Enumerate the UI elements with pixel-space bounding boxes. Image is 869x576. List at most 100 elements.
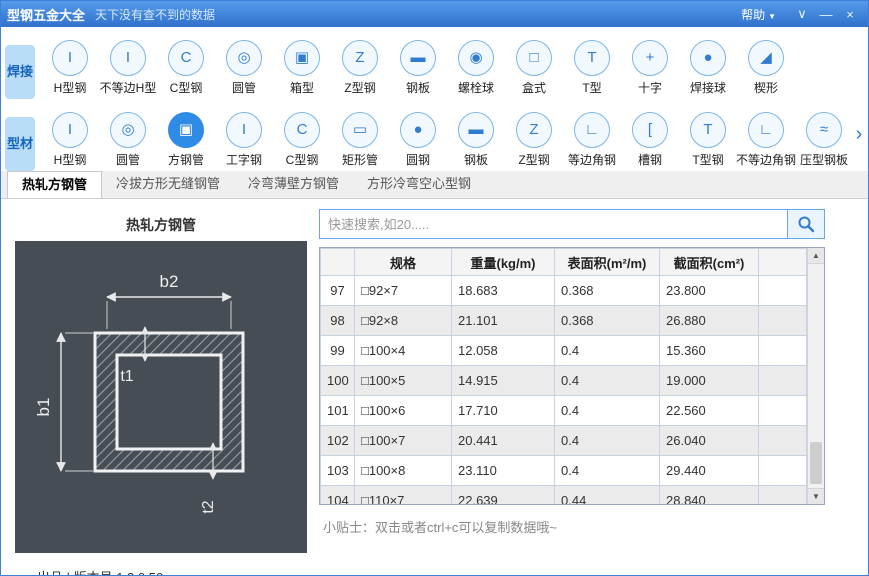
t-section-icon: T [574, 40, 610, 76]
toolbar-item[interactable]: C C型钢 [157, 40, 215, 99]
data-table-container: 规格 重量(kg/m) 表面积(m²/m) 截面积(cm²) 97 □92×7 18.68… [319, 247, 825, 505]
toolbar-item[interactable]: Z Z型钢 [331, 40, 389, 99]
table-cell: 0.368 [554, 275, 660, 306]
toolbar-item-label: 不等边H型 [99, 81, 157, 95]
toolbar-item-label: 等边角钢 [567, 153, 616, 167]
side-tab-profile-label: 型材 [6, 135, 33, 151]
scroll-up-button[interactable]: ▲ [808, 248, 824, 264]
table-cell: 23.110 [451, 455, 555, 486]
table-row[interactable]: 97 □92×7 18.683 0.368 23.800 [320, 275, 807, 306]
toolbar-item[interactable]: □ 盒式 [505, 40, 563, 99]
toolbar-item-label: 十字 [637, 81, 662, 95]
table-row[interactable]: 100 □100×5 14.915 0.4 19.000 [320, 365, 807, 396]
toolbar-item-label: T型钢 [692, 153, 724, 167]
table-cell: 12.058 [451, 335, 555, 366]
row-number-cell: 104 [320, 485, 355, 504]
toolbar-more-button[interactable]: › [852, 119, 866, 149]
bolt-ball-icon: ◉ [458, 40, 494, 76]
toolbar-item[interactable]: ▬ 钢板 [389, 40, 447, 99]
app-subtitle: 天下没有查不到的数据 [95, 7, 216, 22]
table-cell: □100×7 [354, 425, 452, 456]
c-steel-icon: C [168, 40, 204, 76]
toolbar-item[interactable]: ● 圆钢 [389, 112, 447, 171]
toolbar-item[interactable]: ◉ 螺栓球 [447, 40, 505, 99]
help-label: 帮助 [741, 7, 766, 22]
table-cell: 20.441 [451, 425, 555, 456]
toolbar-item[interactable]: ◢ 楔形 [737, 40, 795, 99]
table-row[interactable]: 103 □100×8 23.110 0.4 29.440 [320, 455, 807, 486]
toolbar-item[interactable]: C C型钢 [273, 112, 331, 171]
t-steel-icon: T [690, 112, 726, 148]
chevron-down-icon: ▼ [768, 11, 776, 21]
toolbar-item[interactable]: ∟ 不等边角钢 [736, 112, 796, 171]
h-beam-icon: I [52, 112, 88, 148]
table-row[interactable]: 102 □100×7 20.441 0.4 26.040 [320, 425, 807, 456]
toolbar-item-label: 圆管 [231, 81, 256, 95]
vertical-scrollbar[interactable]: ▲ ▼ [807, 248, 824, 504]
toolbar-item[interactable]: ▬ 钢板 [447, 112, 505, 171]
scroll-down-button[interactable]: ▼ [808, 488, 824, 504]
search-input[interactable] [319, 209, 787, 239]
table-header-cell: 规格 [354, 248, 452, 276]
category-tab[interactable]: 冷弯薄壁方钢管 [234, 171, 353, 198]
close-button[interactable]: × [838, 7, 862, 22]
help-button[interactable]: 帮助 ▼ [741, 6, 776, 23]
toolbar-item[interactable]: ▭ 矩形管 [331, 112, 389, 171]
table-cell: 0.4 [554, 425, 660, 456]
category-tab[interactable]: 热轧方钢管 [7, 171, 103, 198]
toolbar-item-label: 焊接球 [689, 81, 726, 95]
toolbar-item[interactable]: ∟ 等边角钢 [563, 112, 621, 171]
table-cell: □100×4 [354, 335, 452, 366]
toolbar-item[interactable]: I H型钢 [41, 112, 99, 171]
toolbar-item[interactable]: T T型 [563, 40, 621, 99]
search-button[interactable] [787, 209, 825, 239]
side-tab-welding-label: 焊接 [6, 63, 33, 79]
app-title: 型钢五金大全 [7, 7, 86, 23]
category-tab[interactable]: 方形冷弯空心型钢 [353, 171, 485, 198]
table-cell-filler [758, 335, 807, 366]
toolbar-item[interactable]: ◎ 圆管 [99, 112, 157, 171]
table-header-row: 规格 重量(kg/m) 表面积(m²/m) 截面积(cm²) [320, 248, 807, 276]
table-header-cell: 截面积(cm²) [659, 248, 759, 276]
table-cell: 15.360 [659, 335, 759, 366]
table-cell: □100×5 [354, 365, 452, 396]
category-tabbar: 热轧方钢管 冷拔方形无缝钢管 冷弯薄壁方钢管 方形冷弯空心型钢 [1, 171, 868, 199]
toolbar-item[interactable]: ▣ 箱型 [273, 40, 331, 99]
toolbar-item[interactable]: I H型钢 [41, 40, 99, 99]
category-tab[interactable]: 冷拔方形无缝钢管 [102, 171, 234, 198]
toolbar-item[interactable]: ◎ 圆管 [215, 40, 273, 99]
toolbar-item[interactable]: I 不等边H型 [99, 40, 157, 99]
toolbar-item[interactable]: ▣ 方钢管 [157, 112, 215, 171]
scroll-thumb[interactable] [810, 442, 822, 484]
table-row[interactable]: 101 □100×6 17.710 0.4 22.560 [320, 395, 807, 426]
toolbar-item-label: H型钢 [53, 153, 87, 167]
table-row[interactable]: 98 □92×8 21.101 0.368 26.880 [320, 305, 807, 336]
toolbar-item[interactable]: + 十字 [621, 40, 679, 99]
table-cell-filler [758, 425, 807, 456]
row-number-cell: 99 [320, 335, 355, 366]
table-row[interactable]: 104 □110×7 22.639 0.44 28.840 [320, 485, 807, 504]
i-beam-icon: I [226, 112, 262, 148]
toolbar-item[interactable]: Z Z型钢 [505, 112, 563, 171]
minimize-button[interactable]: — [814, 7, 838, 22]
tip-text: 小贴士：双击或者ctrl+c可以复制数据哦~ [323, 520, 558, 535]
titlebar: 型钢五金大全 天下没有查不到的数据 帮助 ▼ ∨ — × [1, 1, 868, 27]
toolbar-item-label: 圆管 [115, 153, 140, 167]
rollup-button[interactable]: ∨ [790, 6, 814, 22]
table-cell: 0.4 [554, 395, 660, 426]
equal-angle-icon: ∟ [574, 112, 610, 148]
toolbar-item-label: C型钢 [169, 81, 203, 95]
table-header-cell [320, 248, 355, 276]
round-pipe-icon: ◎ [110, 112, 146, 148]
round-pipe-icon: ◎ [226, 40, 262, 76]
toolbar-item[interactable]: ≈ 压型钢板 [795, 112, 853, 171]
side-tab-profile[interactable]: 型材 [5, 117, 35, 171]
dim-label-t1: t1 [120, 368, 133, 385]
toolbar-item[interactable]: ● 焊接球 [679, 40, 737, 99]
table-row[interactable]: 99 □100×4 12.058 0.4 15.360 [320, 335, 807, 366]
toolbar-item[interactable]: T T型钢 [679, 112, 737, 171]
steel-plate-icon: ▬ [458, 112, 494, 148]
toolbar-item[interactable]: [槽钢 [621, 112, 679, 171]
side-tab-welding[interactable]: 焊接 [5, 45, 35, 99]
toolbar-item[interactable]: I 工字钢 [215, 112, 273, 171]
